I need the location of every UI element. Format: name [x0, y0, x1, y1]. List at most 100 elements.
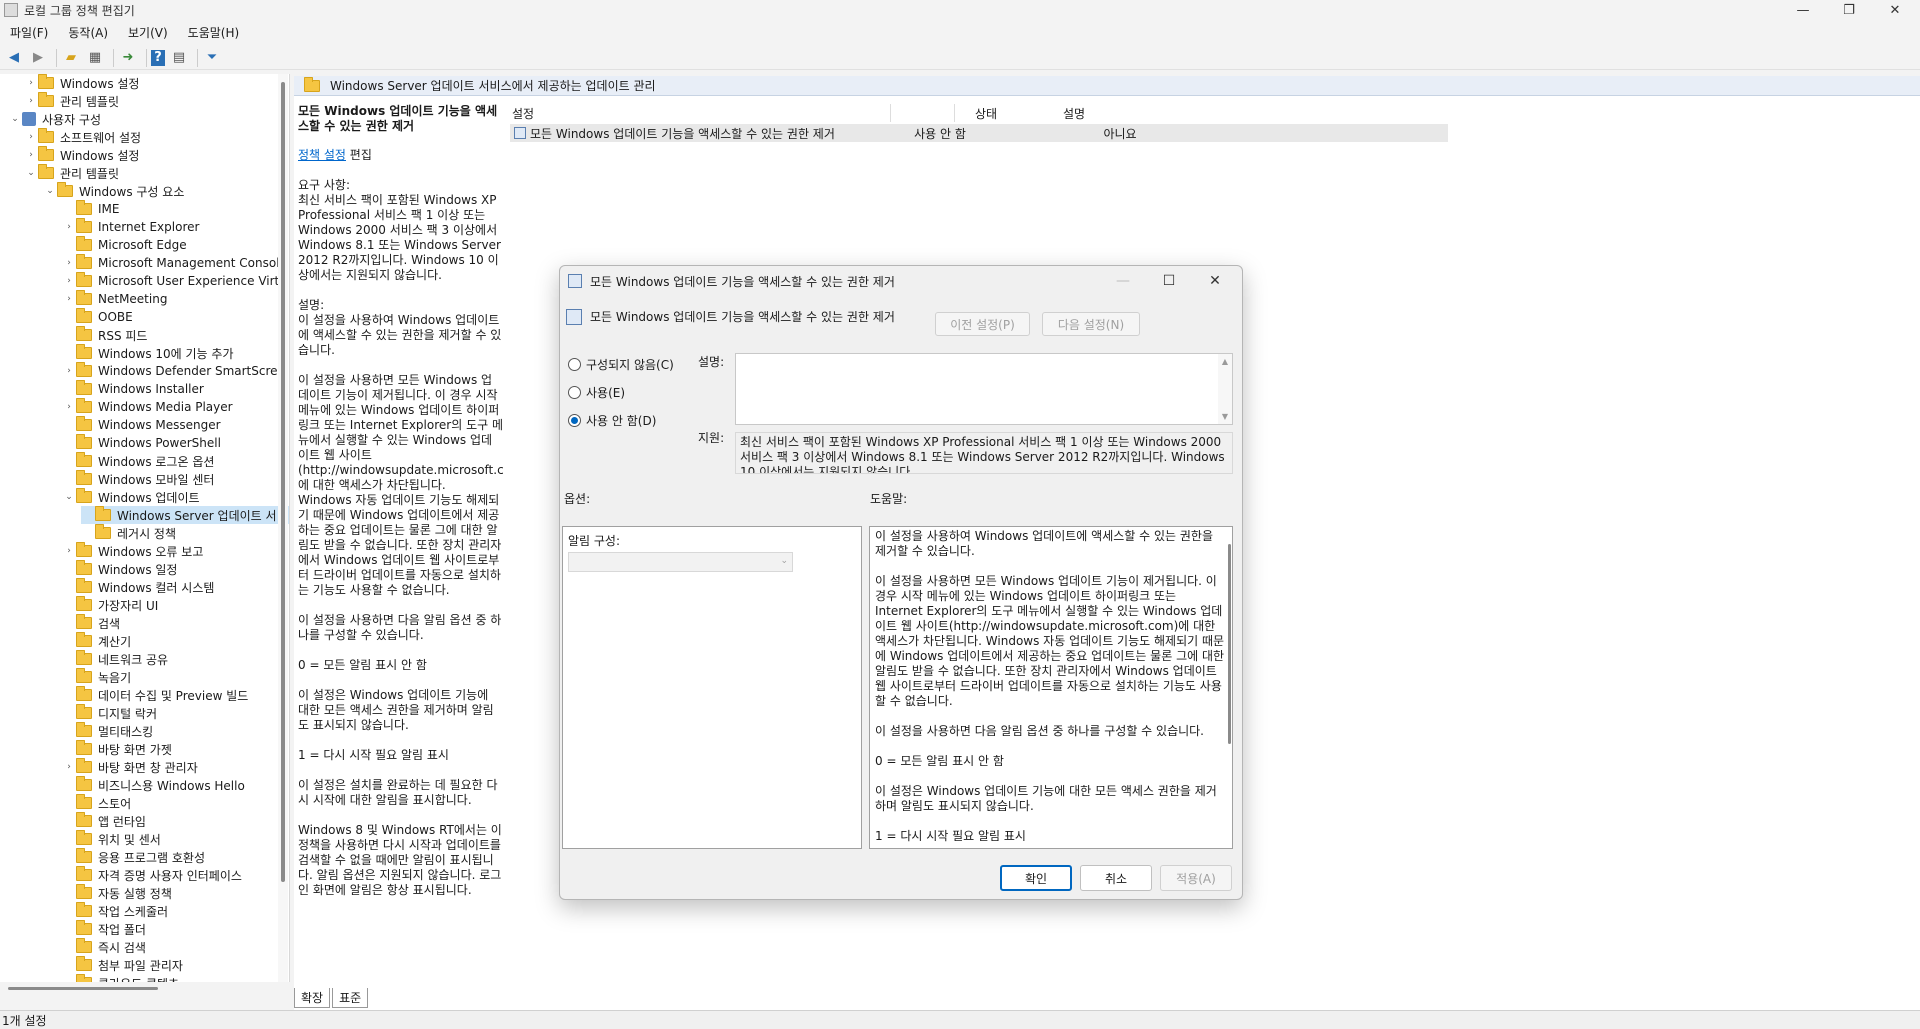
tree-item[interactable]: 작업 폴더: [62, 920, 146, 938]
tree-item[interactable]: 첨부 파일 관리자: [62, 956, 183, 974]
tree-item[interactable]: › Windows Defender SmartScree: [62, 362, 285, 380]
tree-item[interactable]: › Microsoft User Experience Virtu: [62, 272, 287, 290]
radio-enabled[interactable]: 사용(E): [568, 384, 625, 401]
tree-item[interactable]: 스토어: [62, 794, 131, 812]
tree-item[interactable]: Windows Messenger: [62, 416, 221, 434]
tree-item[interactable]: 비즈니스용 Windows Hello: [62, 776, 245, 794]
cancel-button[interactable]: 취소: [1080, 865, 1152, 891]
tree-item[interactable]: 위치 및 센서: [62, 830, 161, 848]
tree-item[interactable]: Microsoft Edge: [62, 236, 187, 254]
menu-file[interactable]: 파일(F): [0, 22, 58, 44]
radio-circle[interactable]: [568, 414, 581, 427]
tree-item[interactable]: › Windows 오류 보고: [62, 542, 203, 560]
close-icon[interactable]: ✕: [1872, 0, 1918, 20]
tree-item[interactable]: 멀티태스킹: [62, 722, 153, 740]
comment-scrollbar[interactable]: ▲ ▼: [1218, 354, 1232, 424]
tree-item[interactable]: › 소프트웨어 설정: [24, 128, 141, 146]
tree-item[interactable]: 계산기: [62, 632, 131, 650]
tree-item[interactable]: IME: [62, 200, 119, 218]
next-setting-button[interactable]: 다음 설정(N): [1042, 312, 1140, 336]
column-header-setting[interactable]: 설정: [512, 104, 534, 122]
ok-button[interactable]: 확인: [1000, 865, 1072, 891]
properties-icon[interactable]: ▤: [169, 48, 189, 68]
tree-item[interactable]: › 바탕 화면 창 관리자: [62, 758, 198, 776]
tree-item[interactable]: Windows Server 업데이트 서: [81, 506, 289, 524]
chevron-down-icon[interactable]: ⌄: [43, 186, 57, 196]
tree-item[interactable]: 녹음기: [62, 668, 131, 686]
tree-item[interactable]: Windows 컬러 시스템: [62, 578, 214, 596]
close-icon[interactable]: ✕: [1192, 266, 1238, 296]
tree-horizontal-scrollbar[interactable]: [0, 984, 290, 994]
maximize-icon[interactable]: ❐: [1826, 0, 1872, 20]
chevron-right-icon[interactable]: ›: [24, 78, 38, 88]
tree-item[interactable]: Windows 10에 기능 추가: [62, 344, 233, 362]
chevron-right-icon[interactable]: ›: [62, 276, 76, 286]
tree-item[interactable]: 데이터 수집 및 Preview 빌드: [62, 686, 248, 704]
column-header-comment[interactable]: 설명: [954, 104, 1194, 122]
tree-item[interactable]: Windows Installer: [62, 380, 204, 398]
tree-item[interactable]: Windows 모바일 센터: [62, 470, 214, 488]
chevron-right-icon[interactable]: ›: [62, 366, 76, 376]
chevron-right-icon[interactable]: ›: [62, 294, 76, 304]
table-row[interactable]: 모든 Windows 업데이트 기능을 액세스할 수 있는 권한 제거 사용 안…: [510, 124, 1448, 142]
chevron-down-icon[interactable]: ⌄: [62, 492, 76, 502]
tree-item[interactable]: ⌄ 관리 템플릿: [24, 164, 119, 182]
radio-circle[interactable]: [568, 358, 581, 371]
radio-not-configured[interactable]: 구성되지 않음(C): [568, 356, 674, 373]
tree-item[interactable]: 바탕 화면 가젯: [62, 740, 172, 758]
tree-item[interactable]: 네트워크 공유: [62, 650, 168, 668]
up-folder-icon[interactable]: ▰: [61, 48, 81, 68]
tree-item[interactable]: RSS 피드: [62, 326, 147, 344]
tree-item[interactable]: 자동 실행 정책: [62, 884, 172, 902]
scroll-down-icon[interactable]: ▼: [1222, 412, 1228, 421]
help-icon[interactable]: ?: [151, 49, 165, 66]
scroll-thumb[interactable]: [281, 82, 285, 882]
tree-item[interactable]: OOBE: [62, 308, 133, 326]
tree-item[interactable]: › Windows 설정: [24, 74, 139, 92]
tree-item[interactable]: Windows PowerShell: [62, 434, 221, 452]
tree-item[interactable]: Windows 로그온 옵션: [62, 452, 214, 470]
tree-item[interactable]: 자격 증명 사용자 인터페이스: [62, 866, 242, 884]
chevron-right-icon[interactable]: ›: [62, 258, 76, 268]
column-divider[interactable]: [890, 104, 891, 122]
filter-icon[interactable]: ⏷: [202, 48, 222, 68]
maximize-icon[interactable]: ☐: [1146, 266, 1192, 296]
tree-item[interactable]: › NetMeeting: [62, 290, 167, 308]
radio-circle[interactable]: [568, 386, 581, 399]
menu-view[interactable]: 보기(V): [118, 22, 178, 44]
edit-policy-link[interactable]: 정책 설정: [298, 148, 346, 162]
tree-item[interactable]: 디지털 락커: [62, 704, 157, 722]
tree-item[interactable]: ⌄ Windows 업데이트: [62, 488, 200, 506]
export-list-icon[interactable]: ➜: [118, 48, 138, 68]
chevron-down-icon[interactable]: ⌄: [24, 168, 38, 178]
chevron-right-icon[interactable]: ›: [24, 132, 38, 142]
tree-item[interactable]: › 관리 템플릿: [24, 92, 119, 110]
tab-standard[interactable]: 표준: [332, 988, 369, 1008]
tree-item[interactable]: 응용 프로그램 호환성: [62, 848, 205, 866]
chevron-right-icon[interactable]: ›: [62, 402, 76, 412]
chevron-down-icon[interactable]: ⌄: [8, 114, 22, 124]
menu-help[interactable]: 도움말(H): [178, 22, 250, 44]
tree-item[interactable]: 레거시 정책: [81, 524, 176, 542]
minimize-icon[interactable]: —: [1780, 0, 1826, 20]
tree-item[interactable]: ⌄ 사용자 구성: [8, 110, 101, 128]
tree-item[interactable]: 앱 런타임: [62, 812, 146, 830]
tab-extended[interactable]: 확장: [294, 988, 331, 1008]
radio-disabled[interactable]: 사용 안 함(D): [568, 412, 656, 429]
chevron-right-icon[interactable]: ›: [24, 96, 38, 106]
chevron-right-icon[interactable]: ›: [62, 762, 76, 772]
scroll-up-icon[interactable]: ▲: [1222, 357, 1228, 366]
tree-item[interactable]: 가장자리 UI: [62, 596, 158, 614]
tree-item[interactable]: 클라우드 콘텐츠: [62, 974, 179, 982]
tree-item[interactable]: 작업 스케줄러: [62, 902, 168, 920]
tree-item[interactable]: › Windows Media Player: [62, 398, 233, 416]
tree-item[interactable]: Windows 일정: [62, 560, 177, 578]
chevron-right-icon[interactable]: ›: [24, 150, 38, 160]
apply-button[interactable]: 적용(A): [1160, 865, 1232, 891]
show-hide-tree-icon[interactable]: ▦: [85, 48, 105, 68]
tree-item[interactable]: ⌄ Windows 구성 요소: [43, 182, 184, 200]
chevron-right-icon[interactable]: ›: [62, 546, 76, 556]
menu-action[interactable]: 동작(A): [58, 22, 118, 44]
tree-item[interactable]: 즉시 검색: [62, 938, 146, 956]
forward-icon[interactable]: ▶: [28, 48, 48, 68]
